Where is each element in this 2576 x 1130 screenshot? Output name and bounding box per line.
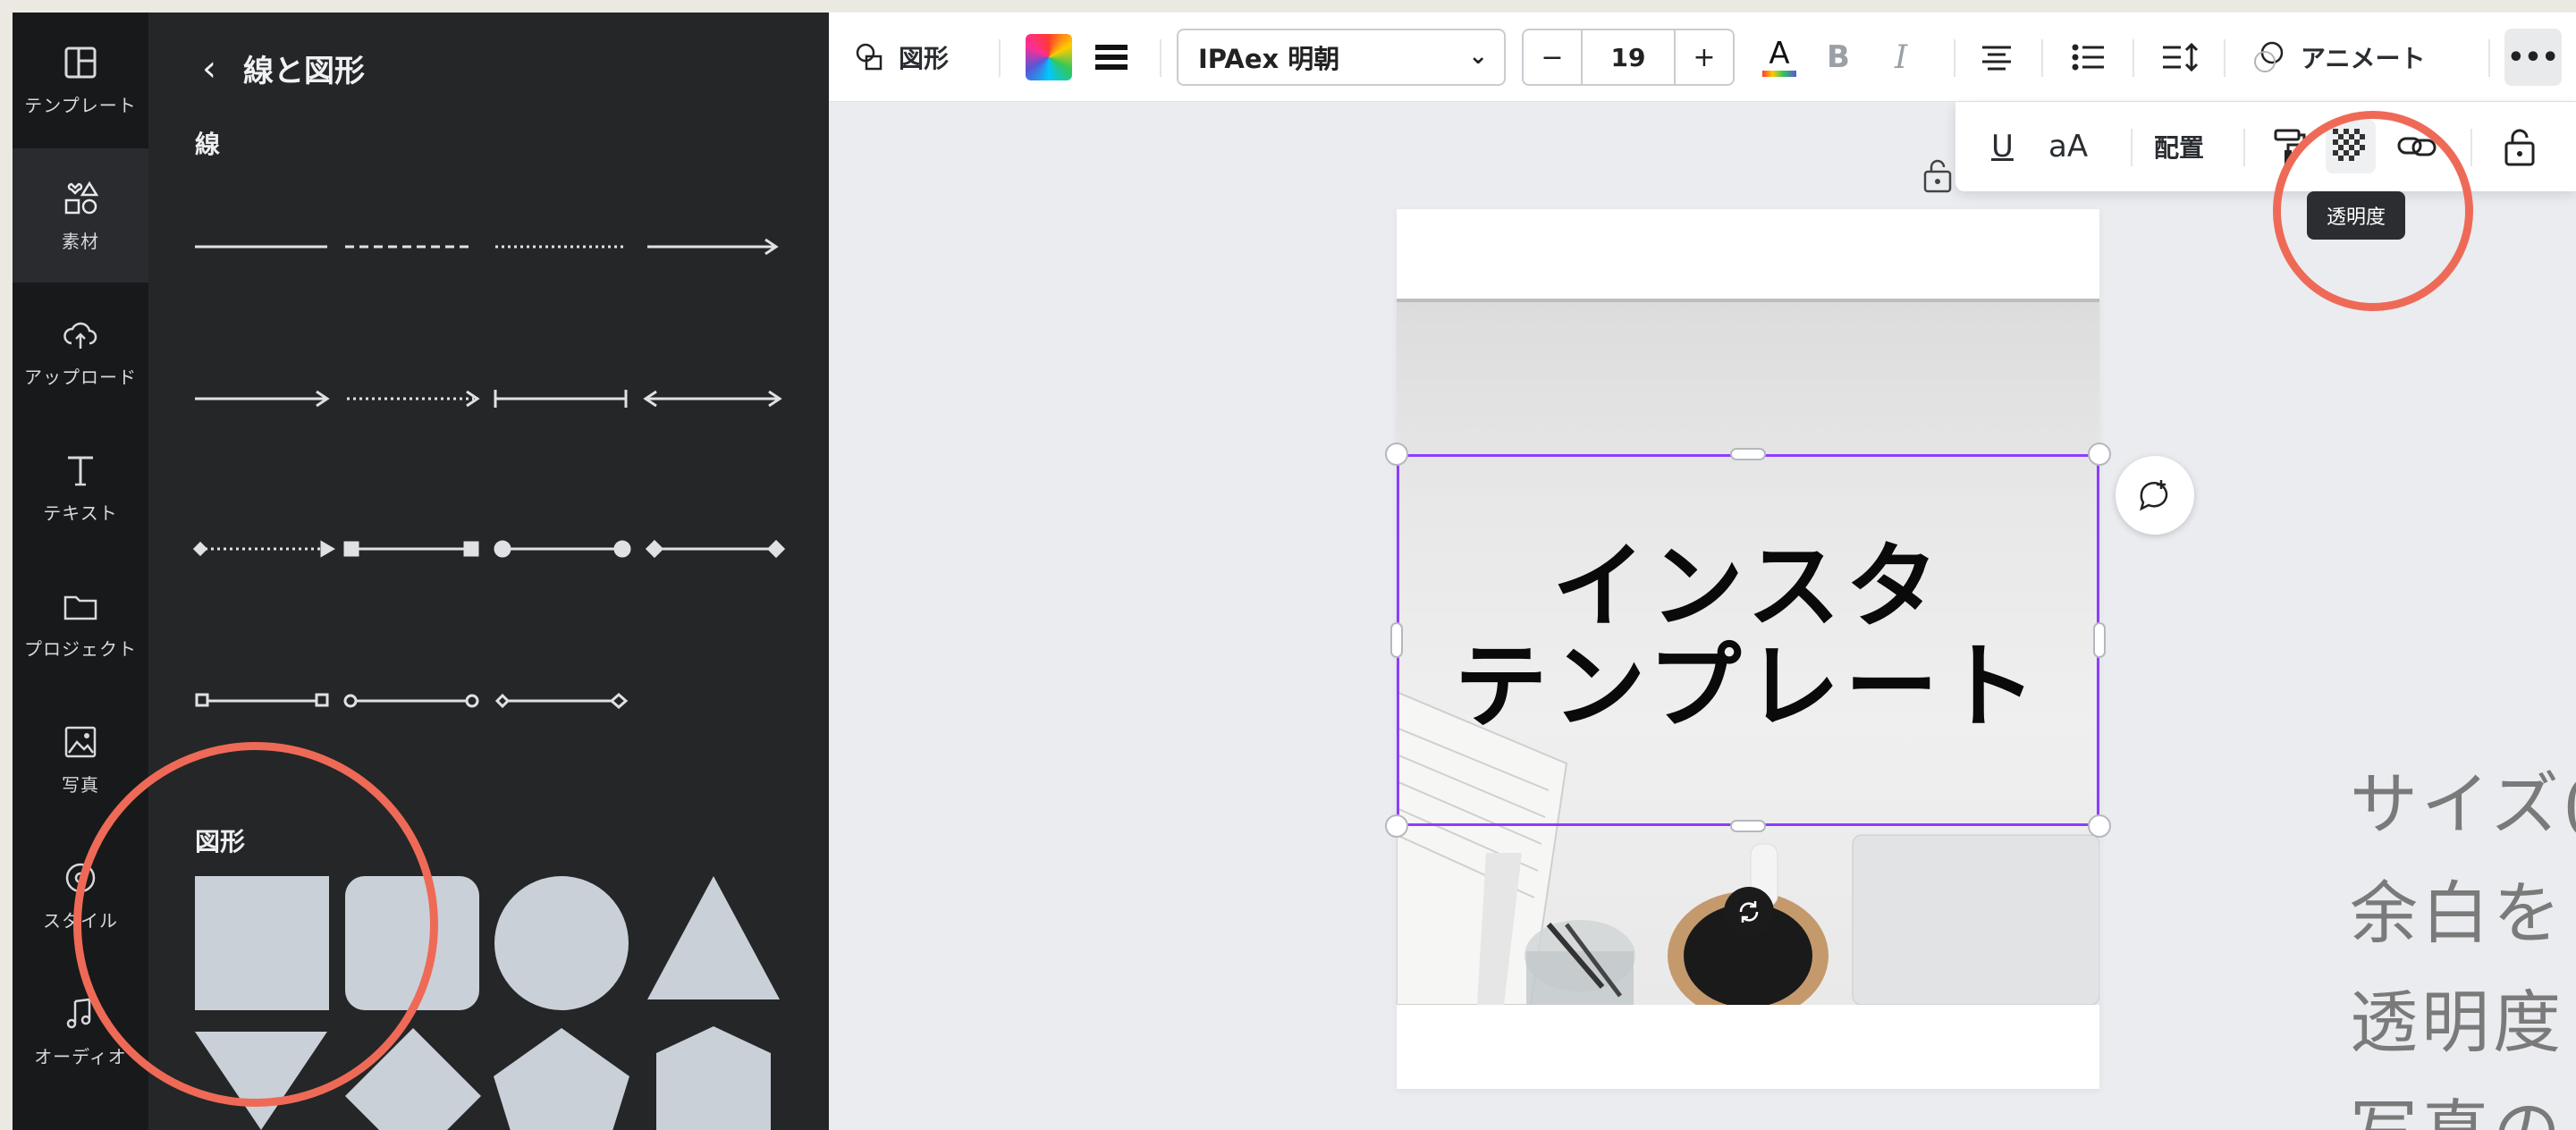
toolbar-divider (2488, 39, 2490, 77)
toolbar-divider (2133, 39, 2134, 77)
rotate-icon (1739, 901, 1759, 923)
toolbar-divider (2243, 129, 2245, 166)
resize-handle-right[interactable] (2093, 622, 2106, 658)
rail-label-photos: 写真 (62, 773, 99, 796)
shape-triangle (647, 876, 780, 999)
rail-item-elements[interactable]: 素材 (13, 148, 148, 282)
toolbar-divider (1954, 39, 1955, 77)
rail-item-uploads[interactable]: アップロード (13, 284, 148, 418)
overlay-text-line-2: 余白を (2350, 873, 2564, 953)
position-button[interactable]: 配置 (2154, 102, 2204, 191)
resize-handle-bottom-left[interactable] (1385, 814, 1408, 838)
bold-button[interactable]: B (1827, 13, 1850, 102)
toolbar-divider (2131, 129, 2133, 166)
shape-icon (856, 43, 883, 71)
add-comment-button[interactable] (2116, 456, 2194, 535)
animate-label: アニメート (2301, 44, 2426, 73)
frame-border-left (0, 0, 13, 1130)
rail-label-audio: オーディオ (34, 1045, 127, 1067)
letter-case-button[interactable]: aA (2048, 102, 2088, 191)
font-size-value[interactable]: 19 (1581, 30, 1676, 84)
line-spacing-icon (2163, 42, 2199, 72)
more-options-button[interactable]: ••• (2504, 29, 2562, 86)
animate-icon (2254, 41, 2284, 72)
rail-label-text: テキスト (43, 502, 118, 524)
list-button[interactable] (2070, 13, 2106, 102)
resize-handle-top[interactable] (1730, 448, 1766, 460)
color-picker-button[interactable] (1026, 13, 1072, 102)
overlay-text-line-1: サイズ( (2350, 764, 2576, 844)
rail-item-projects[interactable]: プロジェクト (13, 556, 148, 690)
toolbar-divider (2041, 39, 2043, 77)
border-style-button[interactable] (1094, 13, 1129, 102)
annotation-circle-shapes (73, 742, 438, 1107)
rotate-handle[interactable] (1724, 887, 1774, 937)
resize-handle-top-left[interactable] (1385, 443, 1408, 466)
app-frame: テンプレート 素材 アップロード テキスト プロジェクト 写真 スタイル オーデ… (0, 0, 2576, 1130)
chevron-down-icon: ⌄ (1468, 43, 1488, 70)
shape-circle (494, 876, 629, 1010)
align-center-icon (1982, 46, 2011, 71)
resize-handle-top-right[interactable] (2088, 443, 2111, 466)
bulleted-list-icon (2072, 44, 2104, 71)
annotation-circle-transparency (2273, 111, 2473, 311)
underline-button[interactable]: U (1991, 102, 2014, 191)
pencil-cup (1524, 920, 1635, 1005)
font-size-stepper: − 19 + (1522, 29, 1735, 86)
shape-pentagon (494, 1028, 629, 1130)
more-options-toolbar: U aA 配置 (1955, 102, 2576, 191)
font-family-select[interactable]: IPAex 明朝 ⌄ (1177, 29, 1506, 86)
element-lock-icon[interactable] (1922, 157, 1953, 193)
rail-item-text[interactable]: テキスト (13, 420, 148, 554)
overlay-text-line-3: 透明度 (2350, 982, 2564, 1062)
decrease-size-button[interactable]: − (1524, 30, 1581, 84)
italic-button[interactable]: I (1895, 13, 1907, 102)
shape-hexagon (656, 1026, 771, 1130)
rail-label-elements: 素材 (62, 230, 99, 252)
cloud-upload-icon (63, 322, 97, 349)
rail-label-projects: プロジェクト (24, 637, 137, 660)
selection-box[interactable] (1397, 454, 2099, 826)
lock-icon (2504, 129, 2535, 166)
toolbar-divider (1160, 39, 1161, 77)
folder-icon (63, 595, 97, 620)
layout-icon (64, 46, 97, 78)
resize-handle-left[interactable] (1390, 622, 1403, 658)
comment-plus-icon (2140, 480, 2168, 511)
rail-item-templates[interactable]: テンプレート (13, 13, 148, 147)
toolbar-divider (999, 39, 1001, 77)
align-button[interactable] (1979, 13, 2014, 102)
toolbar-divider (2470, 129, 2472, 166)
shape-button[interactable]: 図形 (854, 13, 949, 102)
svg-text:A: A (1769, 36, 1789, 72)
text-color-icon: A (1762, 36, 1796, 77)
top-toolbar: 図形 IPAex 明朝 ⌄ − 19 + A B I アニメート ••• (829, 13, 2576, 102)
overlay-text-line-4: 写真の (2350, 1076, 2564, 1130)
rail-label-templates: テンプレート (24, 94, 137, 116)
resize-handle-bottom-right[interactable] (2088, 814, 2111, 838)
spacing-button[interactable] (2161, 13, 2200, 102)
rainbow-color-icon (1026, 34, 1072, 80)
text-color-button[interactable]: A (1759, 13, 1800, 102)
lock-button[interactable] (2503, 102, 2537, 191)
text-icon (68, 456, 93, 485)
photo-icon (64, 726, 97, 757)
animate-button[interactable]: アニメート (2251, 13, 2425, 102)
resize-handle-bottom[interactable] (1730, 820, 1766, 832)
frame-border-top (0, 0, 2576, 13)
rail-label-uploads: アップロード (24, 366, 137, 388)
shape-label: 図形 (899, 44, 950, 73)
border-weight-icon (1095, 45, 1128, 70)
elements-icon (64, 181, 99, 214)
keyboard (1852, 834, 2099, 1005)
increase-size-button[interactable]: + (1676, 30, 1733, 84)
toolbar-divider (2224, 39, 2225, 77)
font-name: IPAex 明朝 (1198, 44, 1340, 74)
